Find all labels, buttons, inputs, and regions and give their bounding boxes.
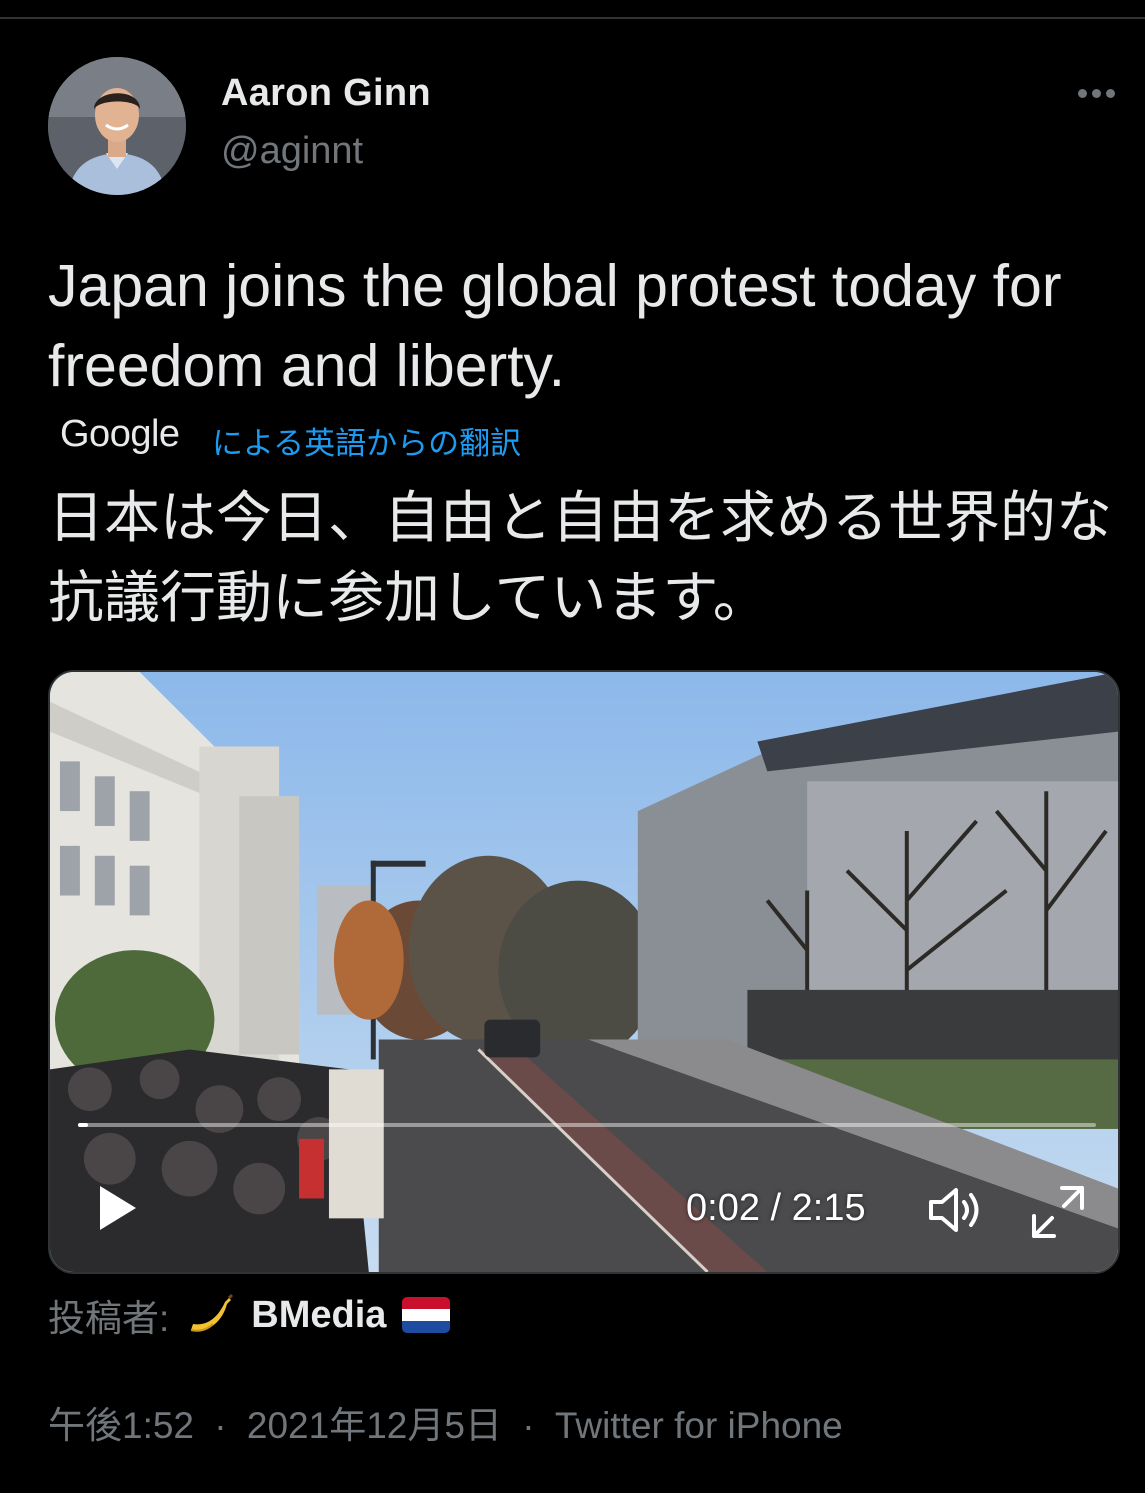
- fullscreen-button[interactable]: [1028, 1182, 1088, 1242]
- more-options-button[interactable]: [1066, 76, 1126, 112]
- video-attribution: 投稿者: BMedia: [48, 1290, 451, 1340]
- tweet-source[interactable]: Twitter for iPhone: [555, 1405, 843, 1446]
- volume-icon: [929, 1188, 979, 1232]
- meta-separator: ·: [522, 1405, 535, 1446]
- top-divider: [0, 17, 1145, 19]
- volume-button[interactable]: [926, 1182, 986, 1238]
- google-logo: Google: [60, 413, 180, 455]
- more-dot-icon: [1106, 89, 1115, 98]
- meta-separator: ·: [214, 1405, 227, 1446]
- tweet-date[interactable]: 2021年12月5日: [247, 1405, 502, 1446]
- tweet-text: Japan joins the global protest today for…: [48, 253, 1062, 399]
- avatar-photo: [48, 57, 186, 195]
- video-player[interactable]: 0:02 / 2:15: [48, 670, 1120, 1274]
- avatar[interactable]: [48, 57, 186, 195]
- video-progress-bar[interactable]: [78, 1123, 1096, 1127]
- video-time: 0:02 / 2:15: [686, 1187, 866, 1229]
- tweet-meta: 午後1:52 · 2021年12月5日 · Twitter for iPhone: [48, 1395, 843, 1449]
- play-button[interactable]: [88, 1178, 148, 1238]
- translation-source-link[interactable]: による英語からの翻訳: [212, 418, 521, 463]
- fullscreen-icon: [1032, 1186, 1084, 1238]
- video-progress-fill: [78, 1123, 89, 1127]
- attribution-label: 投稿者:: [48, 1298, 170, 1339]
- more-dot-icon: [1092, 89, 1101, 98]
- author-name[interactable]: Aaron Ginn: [221, 72, 431, 115]
- netherlands-flag-icon: [402, 1297, 451, 1333]
- translated-text: 日本は今日、自由と自由を求める世界的な抗議行動に参加しています。: [48, 486, 1112, 629]
- play-icon: [100, 1186, 136, 1230]
- author-handle[interactable]: @aginnt: [221, 130, 363, 173]
- attribution-account-name[interactable]: BMedia: [251, 1294, 386, 1337]
- banana-icon: [191, 1293, 234, 1332]
- tweet-time[interactable]: 午後1:52: [48, 1405, 194, 1446]
- more-dot-icon: [1078, 89, 1087, 98]
